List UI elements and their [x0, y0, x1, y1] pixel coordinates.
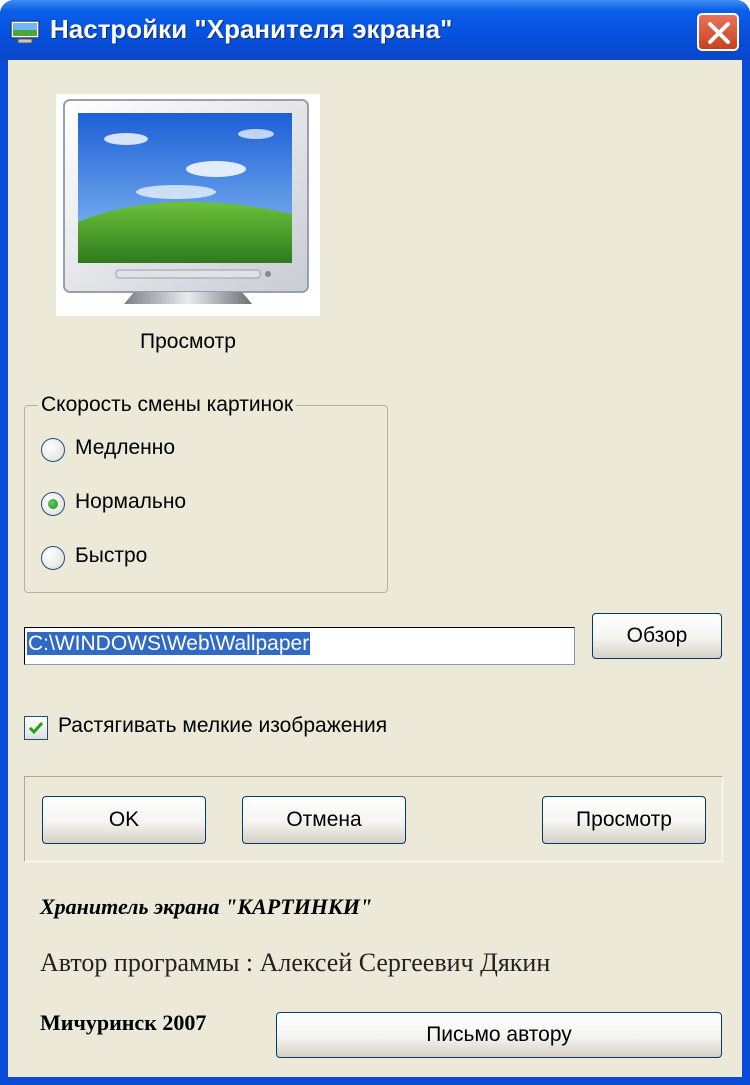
title-bar[interactable]: Настройки "Хранителя экрана" [0, 0, 750, 60]
dialog-client-area: Просмотр Скорость смены картинок Медленн… [8, 60, 742, 1077]
speed-groupbox: Скорость смены картинок Медленно Нормаль… [24, 393, 388, 593]
radio-slow-label: Медленно [75, 436, 176, 459]
preview-button[interactable]: Просмотр [542, 796, 706, 844]
radio-slow-button[interactable] [41, 438, 65, 462]
checkmark-icon [28, 722, 44, 735]
browse-button[interactable]: Обзор [592, 613, 722, 659]
folder-path-input[interactable]: C:\WINDOWS\Web\Wallpaper [24, 627, 575, 665]
close-button[interactable] [697, 13, 739, 51]
folder-path-selected-text: C:\WINDOWS\Web\Wallpaper [27, 632, 311, 655]
speed-group-title: Скорость смены картинок [38, 393, 297, 417]
cancel-button[interactable]: Отмена [242, 796, 406, 844]
radio-fast-label: Быстро [75, 544, 148, 567]
place-year: Мичуринск 2007 [40, 1010, 207, 1035]
screensaver-preview-image [56, 94, 320, 316]
dialog-window: Настройки "Хранителя экрана" Просмотр Ск… [0, 0, 750, 1085]
window-title: Настройки "Хранителя экрана" [50, 14, 453, 44]
product-name: Хранитель экрана "КАРТИНКИ" [40, 894, 373, 919]
ok-button[interactable]: OK [42, 796, 206, 844]
display-properties-icon [10, 20, 40, 44]
close-icon [708, 22, 730, 44]
stretch-checkbox[interactable] [24, 716, 48, 740]
mail-author-button[interactable]: Письмо автору [276, 1012, 722, 1058]
stretch-label: Растягивать мелкие изображения [58, 714, 388, 737]
radio-normal-label: Нормально [75, 490, 187, 513]
author-line: Автор программы : Алексей Сергеевич Дяки… [40, 948, 551, 977]
radio-normal-button[interactable] [41, 492, 65, 516]
radio-fast-button[interactable] [41, 546, 65, 570]
preview-caption: Просмотр [140, 330, 236, 353]
